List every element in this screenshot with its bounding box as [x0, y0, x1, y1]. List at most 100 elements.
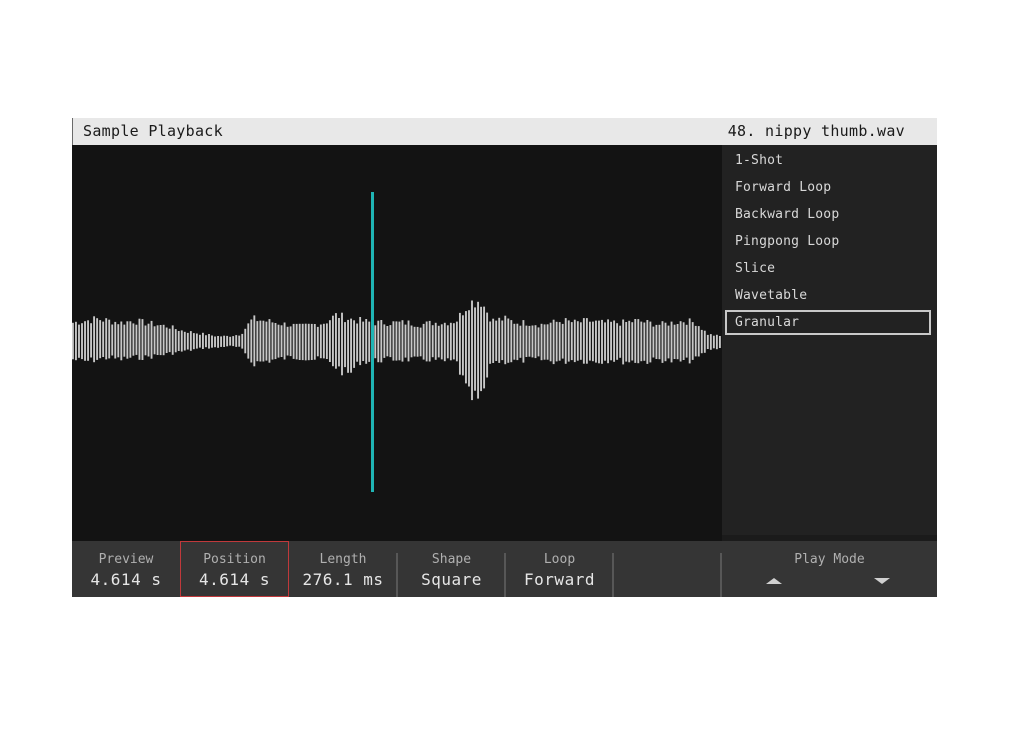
param-empty[interactable]: [614, 541, 720, 597]
param-position[interactable]: Position 4.614 s: [180, 541, 289, 597]
param-shape[interactable]: Shape Square: [398, 541, 505, 597]
waveform-bar: [715, 334, 718, 350]
waveform-bar: [564, 318, 567, 364]
waveform-bar: [105, 318, 108, 360]
waveform-bar: [274, 323, 277, 360]
playhead-marker[interactable]: [371, 192, 374, 492]
waveform-bar: [413, 326, 416, 357]
waveform-bar: [592, 321, 594, 362]
waveform-bar: [147, 323, 150, 357]
waveform-bar: [628, 320, 631, 363]
arrow-up-icon[interactable]: [766, 578, 782, 584]
waveform-bar: [350, 318, 353, 373]
waveform-bar: [712, 335, 715, 349]
parameter-bar: Preview 4.614 s Position 4.614 s Length …: [72, 541, 937, 597]
waveform-bar: [434, 322, 437, 360]
param-loop[interactable]: Loop Forward: [506, 541, 613, 597]
play-mode-option[interactable]: Granular: [725, 310, 931, 335]
waveform-bar: [102, 321, 105, 357]
param-preview[interactable]: Preview 4.614 s: [72, 541, 180, 597]
waveform-bar: [531, 325, 534, 358]
param-value: 4.614 s: [90, 570, 162, 589]
play-mode-option[interactable]: Forward Loop: [725, 175, 931, 200]
waveform-bar: [322, 323, 325, 359]
waveform-bar: [443, 322, 446, 362]
waveform-bar: [588, 321, 591, 361]
waveform-bar: [84, 321, 86, 361]
waveform-bar: [667, 325, 670, 359]
waveform-bar: [625, 322, 628, 362]
waveform-display[interactable]: [72, 145, 722, 540]
waveform-bar: [226, 335, 229, 347]
param-value: Forward: [524, 570, 595, 589]
param-label: Position: [203, 552, 266, 567]
play-mode-list[interactable]: 1-Shot Forward Loop Backward Loop Pingpong …: [722, 145, 937, 535]
play-mode-option[interactable]: Pingpong Loop: [725, 229, 931, 254]
waveform-bar: [380, 320, 383, 363]
waveform-bar: [72, 322, 74, 360]
waveform-bar: [552, 319, 555, 365]
waveform-bar: [489, 321, 492, 364]
waveform-bar: [301, 323, 304, 361]
waveform-bar: [670, 321, 673, 363]
waveform-bar: [534, 325, 537, 359]
waveform-bar: [96, 318, 99, 360]
play-mode-option[interactable]: 1-Shot: [725, 148, 931, 173]
waveform-bar: [316, 326, 319, 357]
param-length[interactable]: Length 276.1 ms: [289, 541, 397, 597]
param-label: Loop: [543, 552, 576, 567]
waveform-bar: [570, 322, 573, 361]
sample-playback-screen: Sample Playback 48. nippy thumb.wav 1-Sh…: [72, 118, 937, 597]
waveform-bar: [328, 320, 331, 362]
waveform-bar: [344, 322, 346, 368]
arrow-down-icon[interactable]: [874, 578, 890, 584]
waveform-bar: [483, 306, 486, 389]
waveform-bar: [595, 320, 597, 363]
waveform-bar: [640, 321, 643, 362]
waveform-bar: [676, 324, 679, 360]
waveform-bar: [528, 325, 531, 357]
waveform-bar: [144, 325, 147, 356]
waveform-bar: [501, 320, 504, 361]
waveform-bar: [419, 327, 422, 357]
waveform-bar: [661, 321, 664, 363]
waveform-bar: [141, 319, 144, 360]
waveform-bar: [90, 323, 93, 358]
waveform-bar: [492, 318, 495, 363]
waveform-bar: [292, 323, 295, 359]
waveform-bar: [75, 321, 77, 361]
waveform-bar: [114, 321, 117, 359]
waveform-bar: [135, 324, 138, 355]
waveform-bar: [425, 321, 428, 362]
play-mode-option[interactable]: Wavetable: [725, 283, 931, 308]
waveform-bar: [229, 336, 232, 346]
waveform-bar: [150, 320, 153, 359]
header-bar: Sample Playback 48. nippy thumb.wav: [72, 118, 937, 145]
waveform-bar: [664, 322, 667, 362]
waveform-bar: [700, 329, 703, 354]
waveform-bar: [543, 324, 546, 360]
waveform-bar: [561, 323, 564, 359]
waveform-bar: [138, 318, 141, 360]
play-mode-control[interactable]: Play Mode: [722, 541, 937, 597]
waveform-bar: [576, 321, 579, 361]
waveform-bar: [437, 325, 440, 358]
waveform-bar: [422, 323, 425, 360]
waveform-bar: [313, 324, 316, 360]
waveform-bar: [189, 331, 192, 351]
waveform-bar: [555, 321, 558, 362]
waveform-bar: [220, 336, 223, 347]
waveform-bar: [335, 313, 337, 369]
waveform-bar: [374, 325, 377, 359]
play-mode-option[interactable]: Slice: [725, 256, 931, 281]
sample-filename: 48. nippy thumb.wav: [727, 122, 905, 140]
waveform-bar: [286, 326, 289, 356]
waveform-bar: [582, 318, 585, 364]
waveform-bar: [238, 335, 241, 347]
waveform-bar: [319, 324, 322, 359]
waveform-bar: [310, 323, 313, 360]
waveform-bar: [395, 321, 398, 361]
waveform-bar: [513, 323, 516, 360]
play-mode-option[interactable]: Backward Loop: [725, 202, 931, 227]
waveform-bar: [658, 324, 661, 360]
